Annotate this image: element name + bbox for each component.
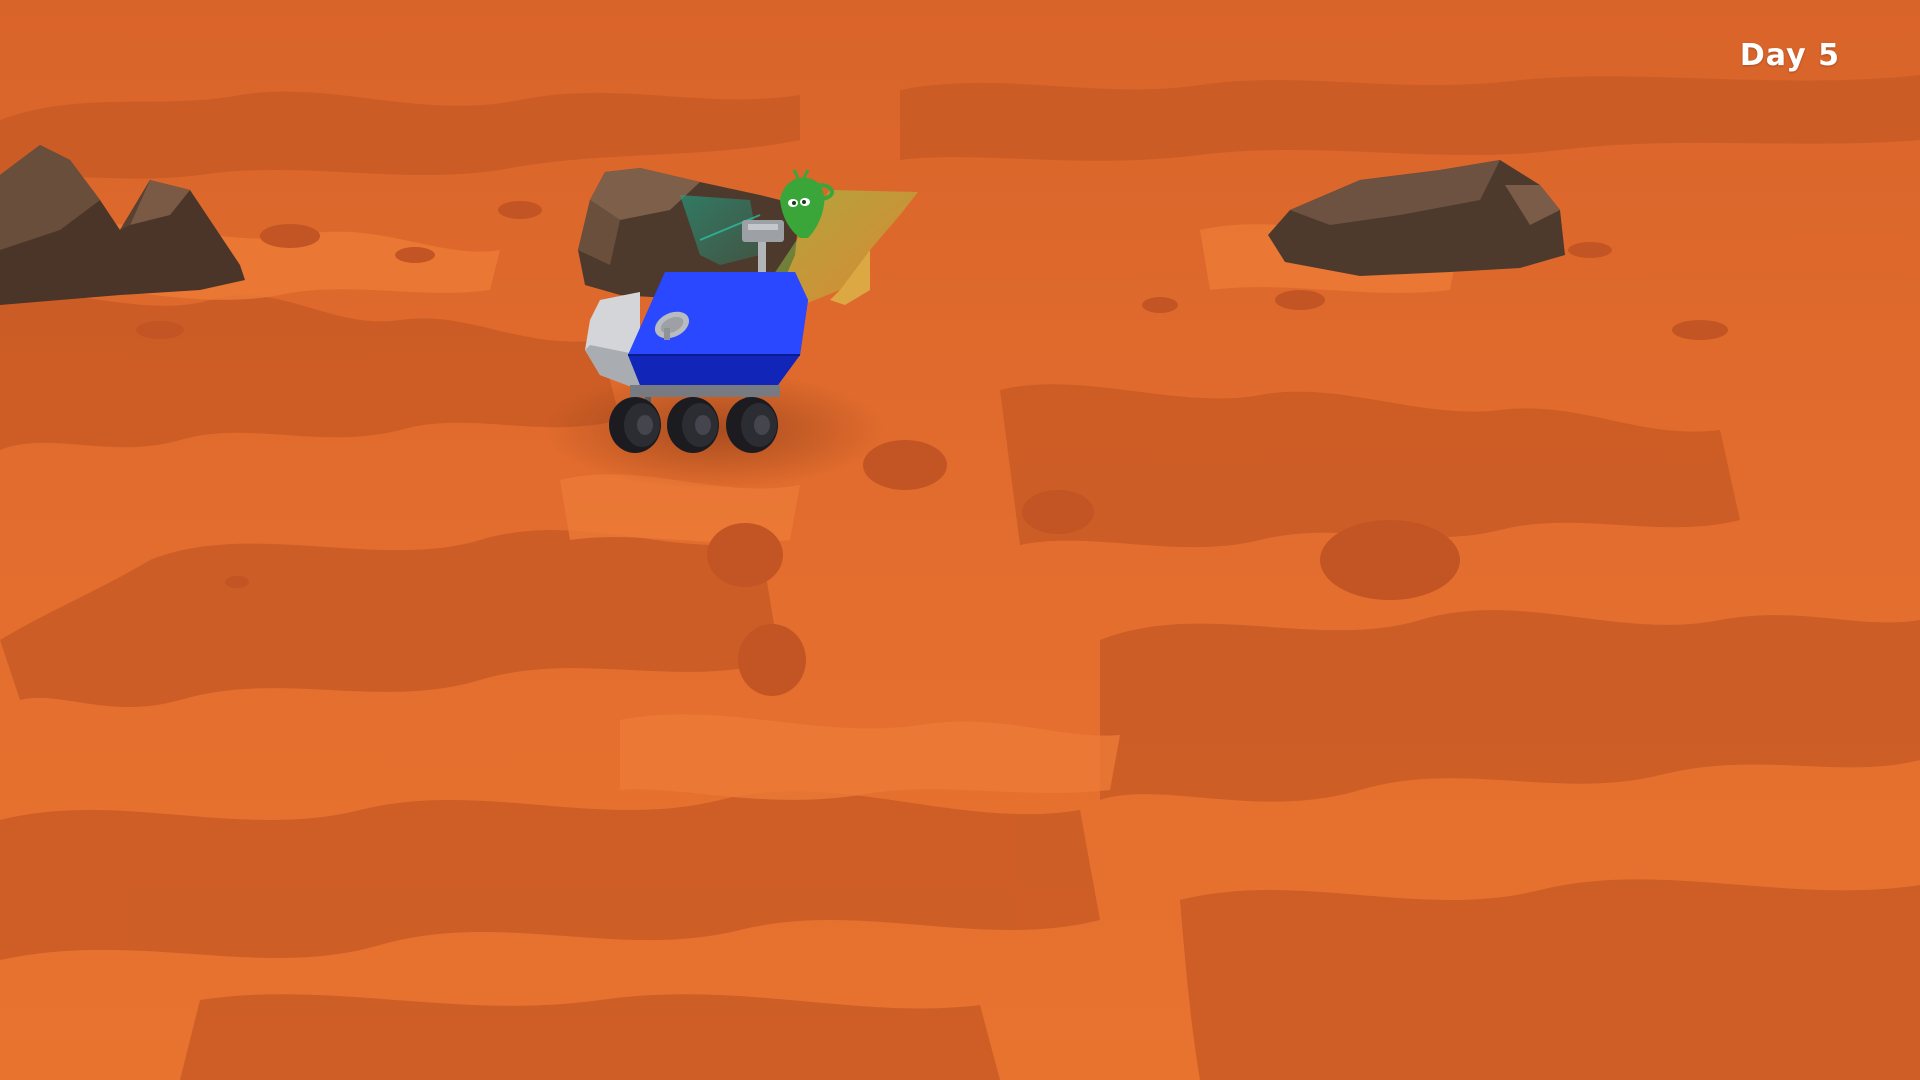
rover-wheel [667,397,719,453]
game-viewport[interactable]: Day 5 [0,0,1920,1080]
rover-wheel [726,397,778,453]
mars-scene[interactable] [0,0,1920,1080]
rover-wheel [609,397,661,453]
